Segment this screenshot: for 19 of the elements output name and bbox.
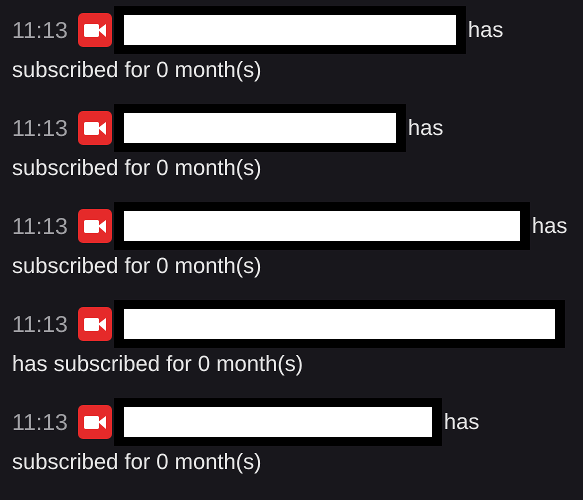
- video-camera-icon: [78, 209, 112, 243]
- message-text: has: [444, 409, 480, 435]
- timestamp: 11:13: [12, 16, 68, 44]
- timestamp: 11:13: [12, 114, 68, 142]
- message-text: has: [468, 17, 504, 43]
- video-camera-icon: [78, 307, 112, 341]
- timestamp: 11:13: [12, 408, 68, 436]
- video-camera-icon: [78, 111, 112, 145]
- timestamp: 11:13: [12, 310, 68, 338]
- message-text: subscribed for 0 month(s): [12, 252, 262, 280]
- video-camera-icon: [78, 405, 112, 439]
- message-text: has: [532, 213, 568, 239]
- message-text: subscribed for 0 month(s): [12, 56, 262, 84]
- message-text: subscribed for 0 month(s): [12, 154, 262, 182]
- timestamp: 11:13: [12, 212, 68, 240]
- message-text: has subscribed for 0 month(s): [12, 350, 304, 378]
- message-text: subscribed for 0 month(s): [12, 448, 262, 476]
- message-text: has: [408, 115, 444, 141]
- video-camera-icon: [78, 13, 112, 47]
